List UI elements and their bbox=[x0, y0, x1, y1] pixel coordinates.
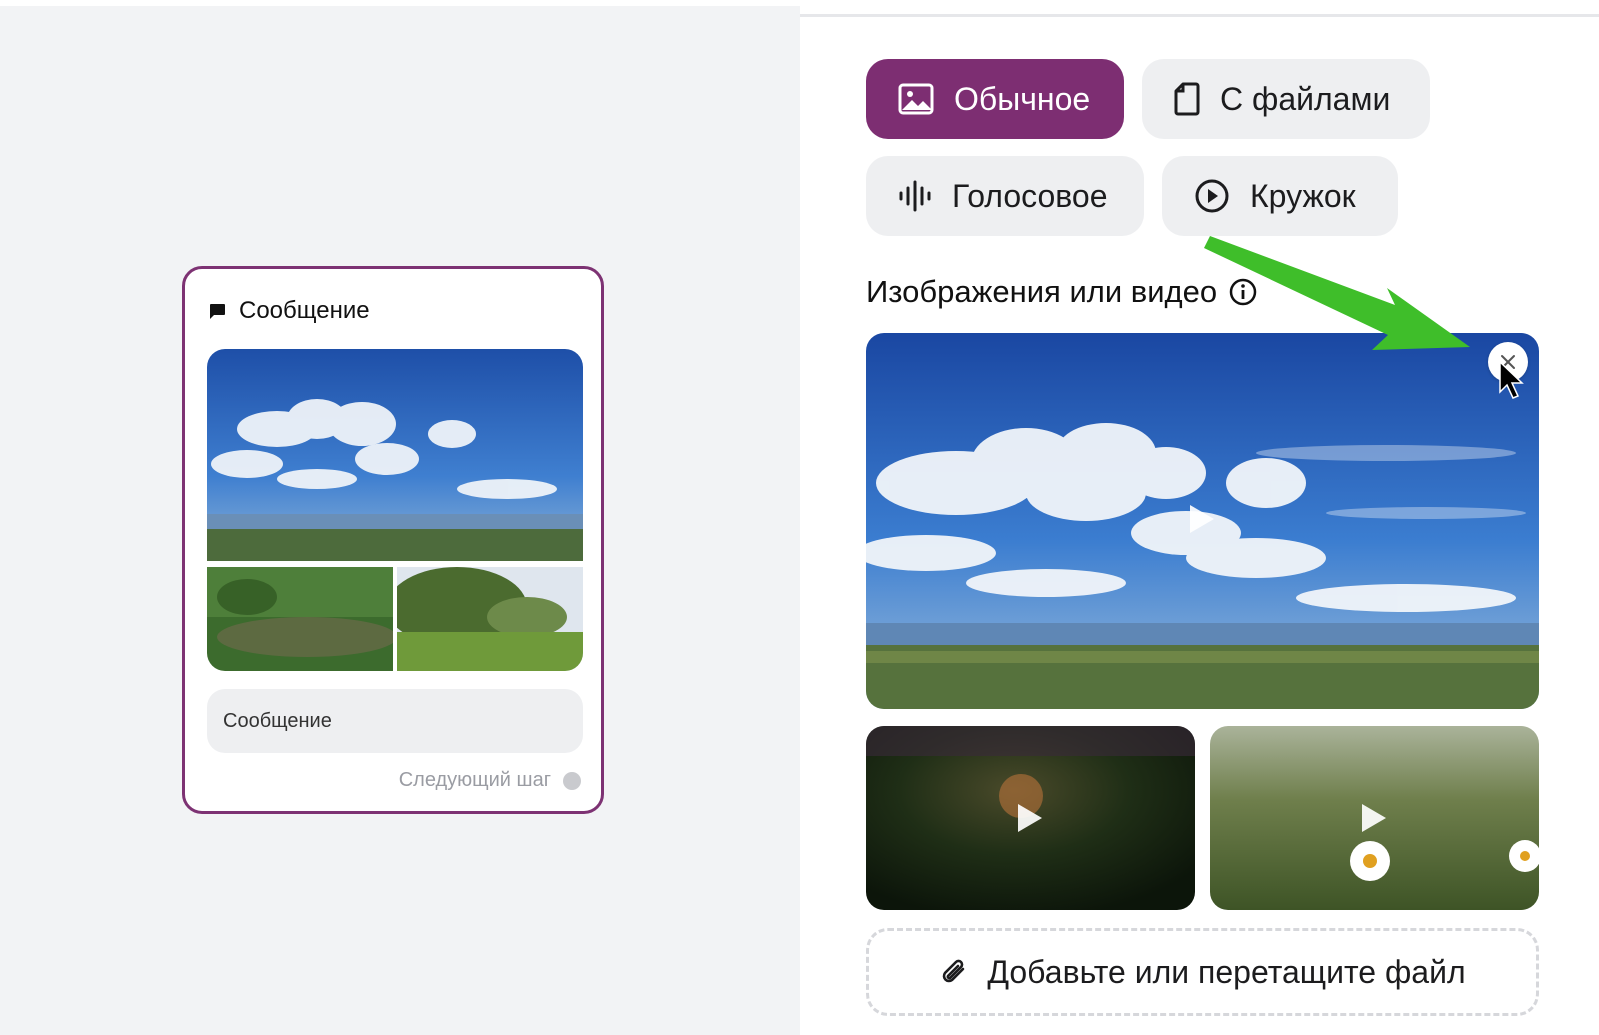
type-voice-label: Голосовое bbox=[952, 177, 1108, 214]
waveform-icon bbox=[898, 179, 932, 213]
type-files-label: С файлами bbox=[1220, 80, 1391, 117]
type-regular-label: Обычное bbox=[954, 80, 1091, 117]
node-message-text[interactable]: Сообщение bbox=[207, 689, 583, 753]
play-icon bbox=[1362, 804, 1386, 832]
upload-label: Добавьте или перетащите файл bbox=[987, 953, 1466, 990]
media-item-sky-video[interactable] bbox=[866, 333, 1539, 709]
media-item-daisy-video[interactable] bbox=[1210, 726, 1539, 910]
message-node-card[interactable]: Сообщение Сообщение Следующий шаг bbox=[182, 266, 604, 814]
close-icon bbox=[1499, 353, 1517, 371]
image-icon bbox=[898, 83, 934, 115]
node-title: Сообщение bbox=[239, 297, 370, 324]
next-step-label: Следующий шаг bbox=[398, 769, 551, 791]
play-icon bbox=[1190, 505, 1214, 533]
chat-bubble-icon bbox=[207, 301, 227, 321]
type-circle-button[interactable]: Кружок bbox=[1162, 156, 1398, 236]
node-header: Сообщение bbox=[207, 297, 370, 325]
type-circle-label: Кружок bbox=[1250, 177, 1356, 214]
file-icon bbox=[1174, 82, 1200, 116]
canvas-top-edge bbox=[0, 0, 800, 6]
type-regular-button[interactable]: Обычное bbox=[866, 59, 1124, 139]
type-files-button[interactable]: С файлами bbox=[1142, 59, 1430, 139]
node-gallery-main-image bbox=[207, 349, 583, 561]
next-step-connector[interactable] bbox=[563, 771, 581, 790]
remove-media-button[interactable] bbox=[1488, 342, 1528, 382]
paperclip-icon bbox=[939, 955, 969, 989]
upload-dropzone[interactable]: Добавьте или перетащите файл bbox=[866, 928, 1539, 1016]
node-gallery-image-trees bbox=[397, 567, 583, 671]
media-section-title: Изображения или видео bbox=[866, 274, 1257, 310]
settings-panel: Обычное С файлами Голосовое Кружок Изобр… bbox=[800, 0, 1599, 1035]
node-gallery-image-grass bbox=[207, 567, 393, 671]
flow-canvas[interactable]: Сообщение Сообщение Следующий шаг bbox=[0, 0, 800, 1035]
media-section-label: Изображения или видео bbox=[866, 274, 1218, 309]
info-icon[interactable] bbox=[1229, 278, 1257, 306]
node-next-step[interactable]: Следующий шаг bbox=[399, 769, 581, 792]
type-voice-button[interactable]: Голосовое bbox=[866, 156, 1144, 236]
play-circle-icon bbox=[1194, 178, 1230, 214]
play-icon bbox=[1018, 804, 1042, 832]
panel-divider bbox=[800, 14, 1599, 17]
media-item-dark-grass-video[interactable] bbox=[866, 726, 1195, 910]
